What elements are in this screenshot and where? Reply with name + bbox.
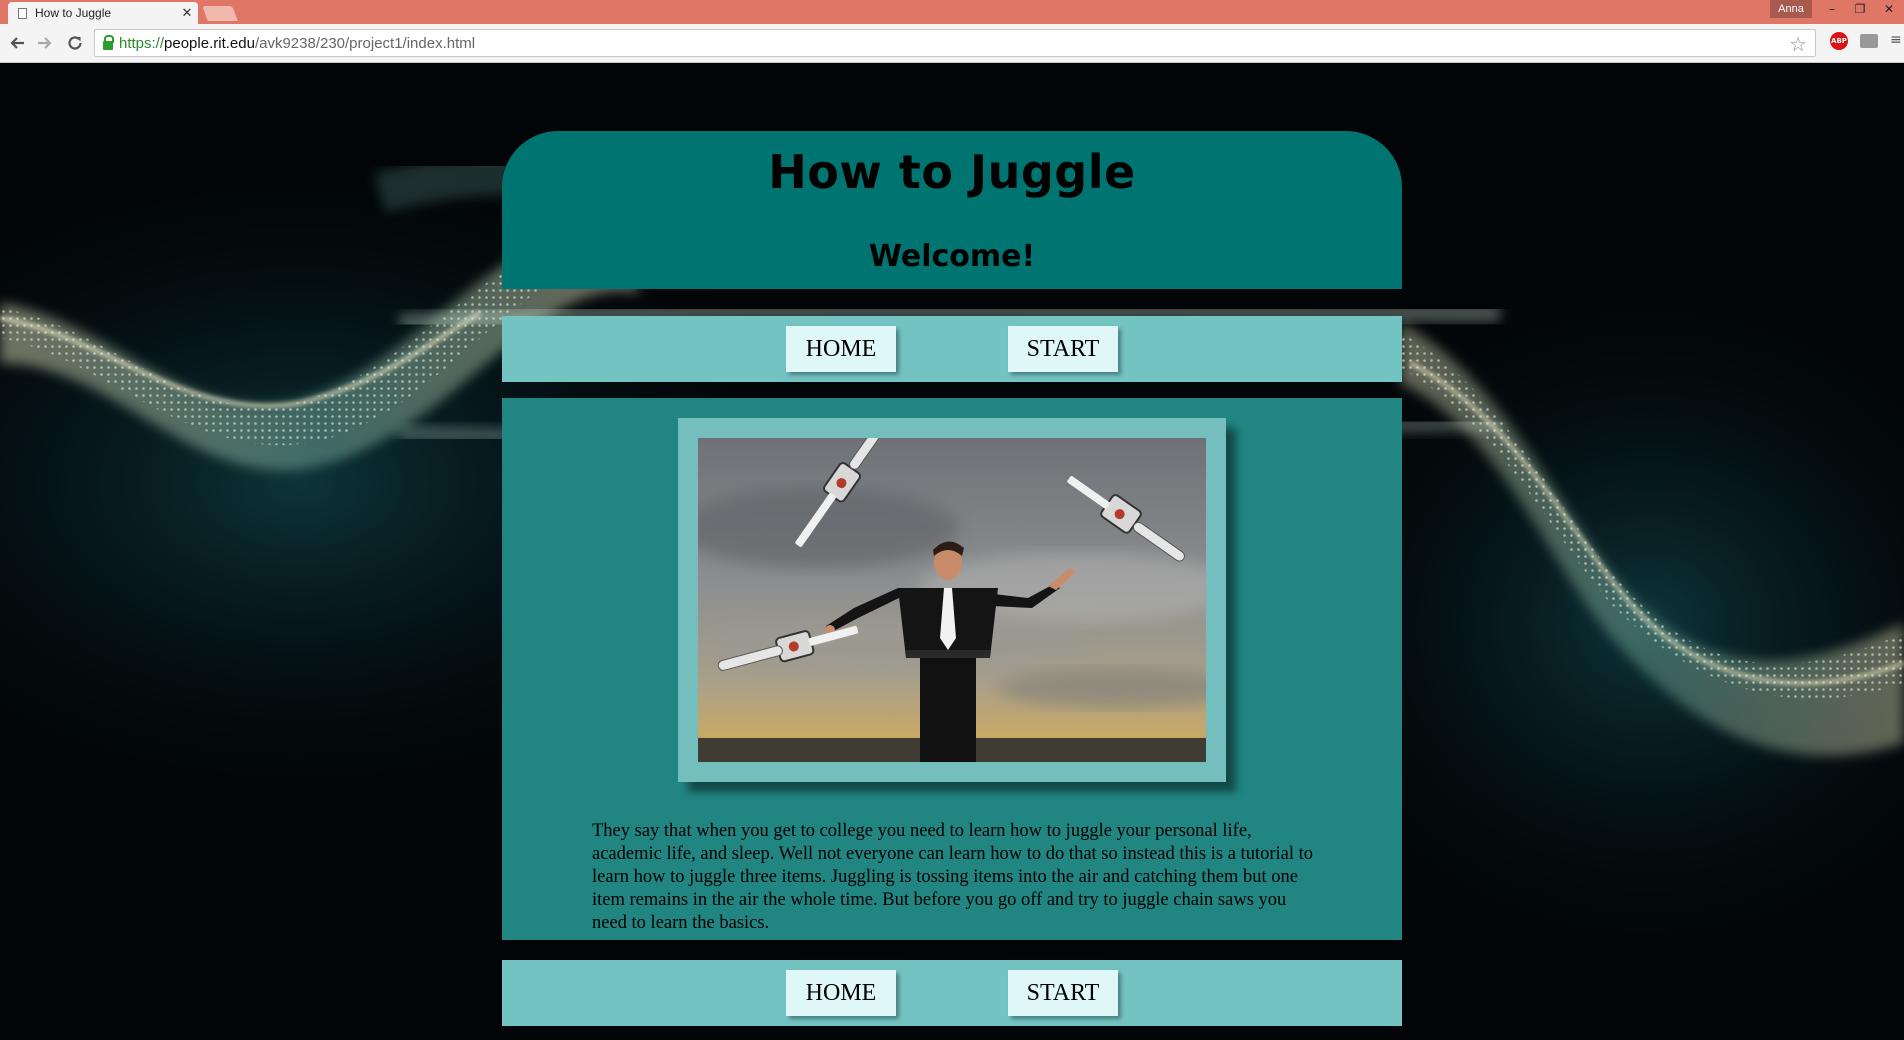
profile-button[interactable]: Anna: [1770, 0, 1812, 18]
url-path: /avk9238/230/project1/index.html: [254, 34, 476, 52]
back-arrow-icon[interactable]: [6, 32, 28, 54]
welcome-heading: Welcome!: [868, 239, 1036, 274]
juggling-photo: [698, 438, 1206, 762]
url-scheme: https://: [119, 34, 165, 52]
lock-icon: [103, 34, 114, 50]
bottom-navigation: HOME START: [502, 960, 1402, 1026]
page-container: How to Juggle Welcome! HOME START They s…: [502, 131, 1402, 1026]
page-viewport: How to Juggle Welcome! HOME START They s…: [0, 63, 1904, 1040]
forward-arrow-icon[interactable]: [34, 32, 56, 54]
page-title: How to Juggle: [768, 145, 1136, 199]
url-host: people.rit.edu: [164, 34, 255, 52]
nav-start-button[interactable]: START: [1008, 326, 1118, 372]
camera-icon[interactable]: [1860, 34, 1878, 48]
site-header: How to Juggle Welcome!: [502, 131, 1402, 289]
photo-frame: [678, 418, 1226, 782]
main-content: They say that when you get to college yo…: [502, 398, 1402, 940]
nav-home-button[interactable]: HOME: [786, 326, 896, 372]
close-window-button[interactable]: ✕: [1874, 0, 1904, 18]
intro-paragraph: They say that when you get to college yo…: [592, 821, 1313, 933]
footer-start-button[interactable]: START: [1008, 970, 1118, 1016]
browser-tab[interactable]: How to Juggle ✕: [8, 2, 198, 24]
tab-close-icon[interactable]: ✕: [176, 6, 198, 21]
tab-title: How to Juggle: [35, 6, 112, 20]
reload-icon[interactable]: [64, 32, 86, 54]
adblock-icon[interactable]: ABP: [1830, 32, 1848, 50]
new-tab-button[interactable]: [202, 6, 238, 21]
top-navigation: HOME START: [502, 316, 1402, 382]
browser-toolbar: https://people.rit.edu/avk9238/230/proje…: [0, 24, 1904, 63]
menu-icon[interactable]: ≡: [1890, 33, 1902, 47]
browser-titlebar: How to Juggle ✕ Anna – ❐ ✕: [0, 0, 1904, 24]
star-icon[interactable]: ☆: [1789, 32, 1807, 57]
minimize-button[interactable]: –: [1818, 0, 1846, 18]
address-bar[interactable]: https://people.rit.edu/avk9238/230/proje…: [94, 29, 1816, 57]
page-icon: [18, 7, 27, 19]
footer-home-button[interactable]: HOME: [786, 970, 896, 1016]
maximize-button[interactable]: ❐: [1846, 0, 1874, 18]
